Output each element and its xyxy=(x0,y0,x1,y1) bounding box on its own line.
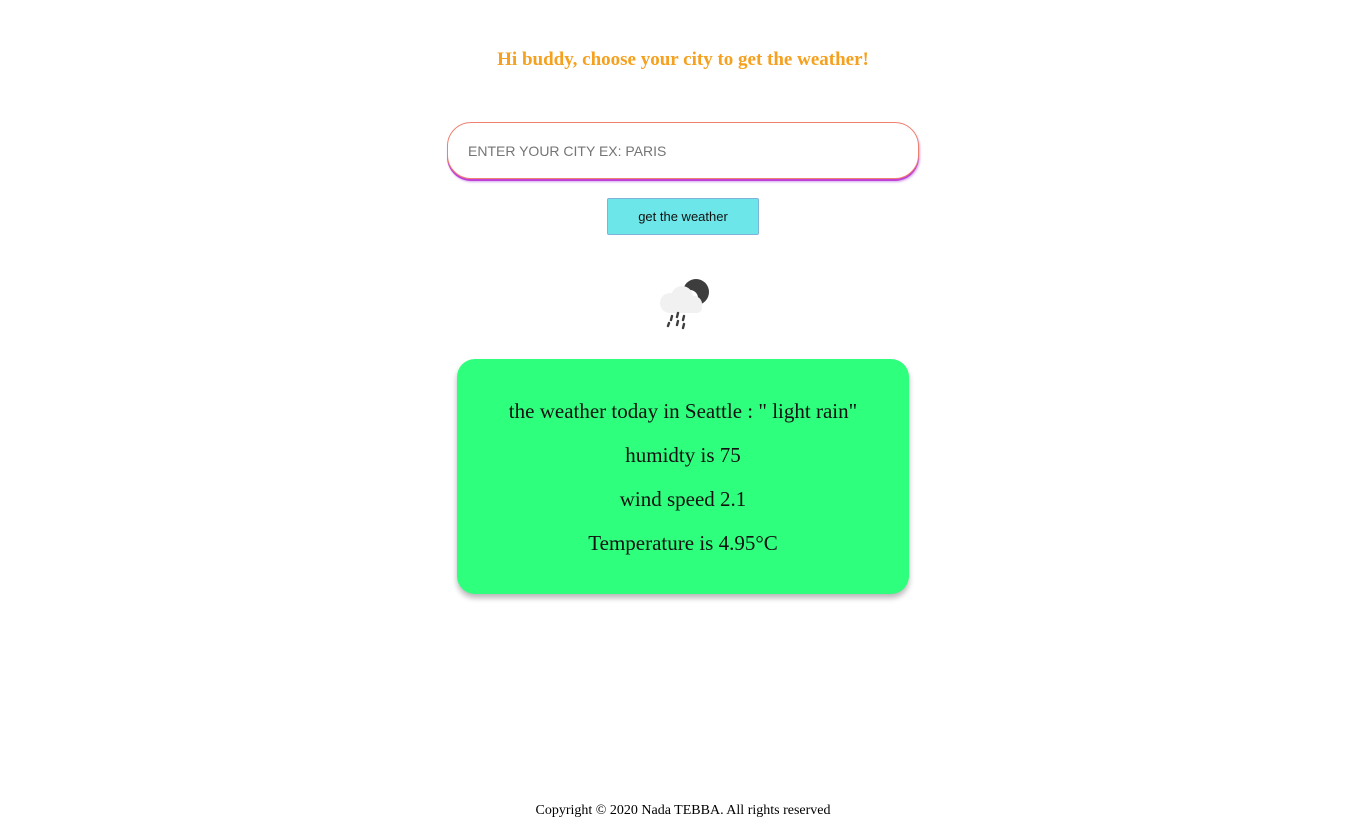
night-cloud-rain-icon xyxy=(660,279,709,330)
footer-copyright: Copyright © 2020 Nada TEBBA. All rights … xyxy=(535,803,831,818)
weather-app-page: Hi buddy, choose your city to get the we… xyxy=(0,0,1366,836)
wind-speed-value: wind speed 2.1 xyxy=(619,487,747,511)
humidity-value: humidty is 75 xyxy=(625,443,741,467)
weather-result-card: the weather today in Seattle : " light r… xyxy=(457,359,909,594)
city-search-input[interactable] xyxy=(447,122,919,179)
temperature-value: Temperature is 4.95°C xyxy=(588,531,778,555)
page-title: Hi buddy, choose your city to get the we… xyxy=(497,49,869,70)
weather-description: the weather today in Seattle : " light r… xyxy=(508,399,858,423)
get-weather-button[interactable]: get the weather xyxy=(607,198,759,235)
